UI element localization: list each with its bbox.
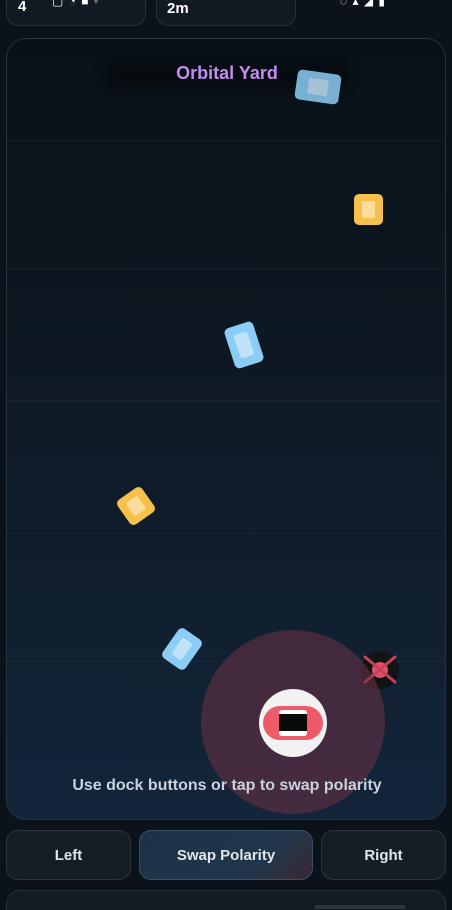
player-magnet-ship[interactable]: [259, 689, 327, 757]
left-button[interactable]: Left: [6, 830, 131, 880]
bottom-panel-handle: [315, 905, 405, 909]
arena-gridline: [7, 269, 445, 270]
ship-window: [279, 714, 307, 731]
hud-score-value: 4: [18, 0, 27, 15]
cargo-crate-blue: [223, 320, 265, 370]
control-hint: Use dock buttons or tap to swap polarity: [72, 777, 382, 794]
status-system-icons: ◌ ▴ ◢ ▮: [340, 0, 386, 8]
arena-title: Orbital Yard: [176, 63, 278, 83]
cargo-crate-gold: [115, 485, 157, 527]
arena-gridline: [7, 141, 445, 142]
game-arena[interactable]: Orbital Yard Use dock buttons or tap to …: [6, 38, 446, 820]
arena-gridline: [7, 533, 445, 534]
cargo-crate-blue: [294, 69, 342, 105]
cargo-crate-gold: [354, 194, 383, 225]
status-notification-icons: ▢ ◔ ■ ◦: [52, 0, 100, 8]
swap-polarity-button[interactable]: Swap Polarity: [139, 830, 313, 880]
game-screen: ▢ ◔ ■ ◦ 4 2m ◌ ▴ ◢ ▮ Orbital Yard Use do…: [0, 0, 452, 910]
right-button[interactable]: Right: [321, 830, 446, 880]
arena-gridline: [7, 401, 445, 402]
hud-time-value: 2m: [167, 0, 189, 17]
bottom-panel: [6, 890, 446, 910]
cargo-crate-blue: [160, 626, 204, 672]
